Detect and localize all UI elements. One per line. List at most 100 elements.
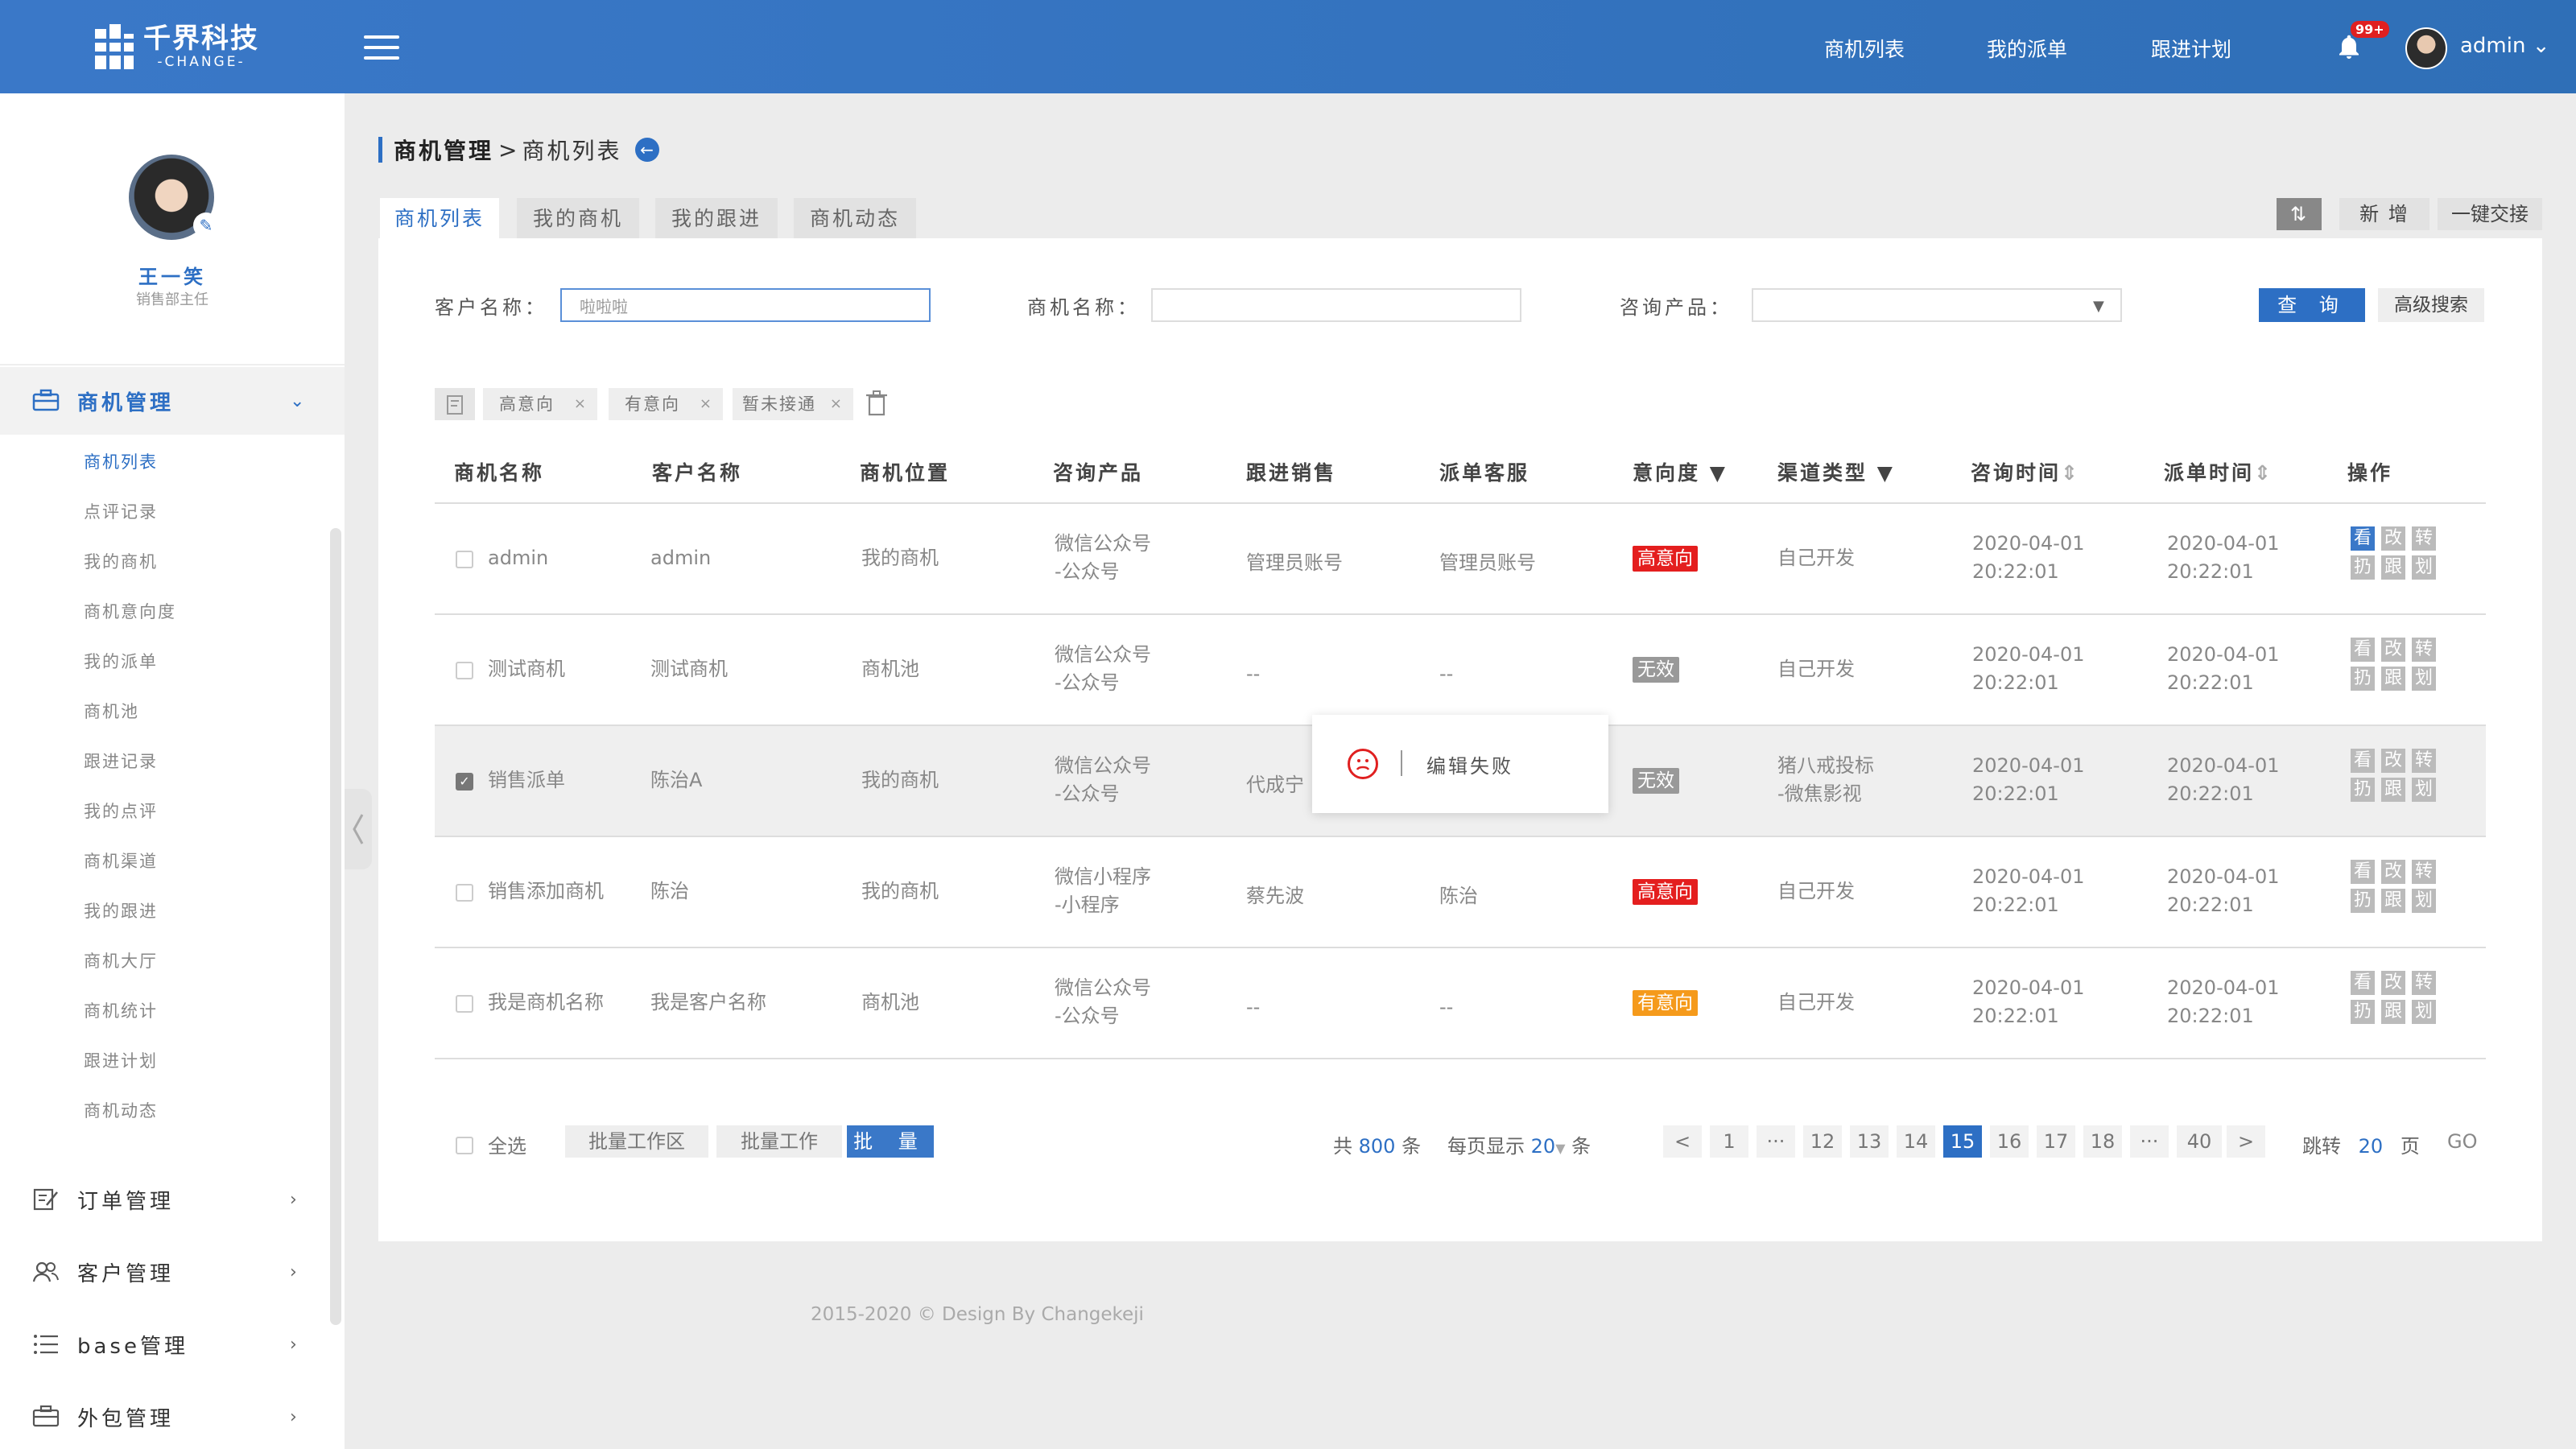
page-button[interactable]: 15 [1943, 1125, 1982, 1158]
filter-chip[interactable]: 高意向 × [483, 388, 597, 420]
close-icon[interactable]: × [700, 388, 713, 420]
view-button[interactable]: 看 [2351, 526, 2375, 551]
edit-button[interactable]: 改 [2381, 638, 2405, 662]
row-checkbox[interactable] [456, 551, 473, 568]
sidebar-collapse-handle[interactable] [345, 789, 372, 869]
table-row[interactable]: 销售添加商机 陈治 我的商机 微信小程序 -小程序 蔡先波 陈治 高意向 自己开发 2020-04… [435, 837, 2486, 948]
th-consult-time[interactable]: 咨询时间⇕ [1971, 457, 2080, 486]
sidebar-group-outsource[interactable]: 外包管理 › [0, 1383, 345, 1449]
product-select[interactable] [1752, 288, 2122, 322]
page-button[interactable]: 1 [1710, 1125, 1748, 1158]
transfer-button[interactable]: 转 [2412, 860, 2436, 884]
filter-chip[interactable]: 有意向 × [609, 388, 723, 420]
sidebar-item-opportunity-list[interactable]: 商机列表 [84, 449, 158, 473]
go-button[interactable]: GO [2447, 1130, 2478, 1153]
user-menu[interactable]: admin ⌄ [2460, 34, 2550, 58]
batch-button[interactable]: 批 量 [847, 1125, 934, 1158]
sidebar-item-statistics[interactable]: 商机统计 [84, 998, 158, 1022]
opportunity-name-input[interactable] [1151, 288, 1521, 322]
sidebar-item-review-records[interactable]: 点评记录 [84, 499, 158, 523]
discard-button[interactable]: 扔 [2351, 778, 2375, 802]
edit-button[interactable]: 改 [2381, 971, 2405, 995]
page-button[interactable]: 40 [2177, 1125, 2222, 1158]
sidebar-scrollbar[interactable] [330, 528, 341, 1325]
discard-button[interactable]: 扔 [2351, 889, 2375, 913]
view-button[interactable]: 看 [2351, 860, 2375, 884]
filter-chip[interactable]: 暂未接通 × [733, 388, 853, 420]
row-checkbox[interactable] [456, 884, 473, 902]
plan-button[interactable]: 划 [2412, 555, 2436, 580]
plan-button[interactable]: 划 [2412, 778, 2436, 802]
close-icon[interactable]: × [830, 388, 844, 420]
page-button[interactable]: 18 [2083, 1125, 2122, 1158]
row-checkbox[interactable] [456, 662, 473, 679]
th-channel[interactable]: 渠道类型 ▼ [1777, 457, 1895, 486]
topnav-follow-plan[interactable]: 跟进计划 [2151, 34, 2231, 63]
discard-button[interactable]: 扔 [2351, 667, 2375, 691]
breadcrumb-parent[interactable]: 商机管理 [394, 134, 493, 166]
logo[interactable]: 千界科技 -CHANGE- [93, 18, 259, 76]
table-row[interactable]: 测试商机 测试商机 商机池 微信公众号 -公众号 -- -- 无效 自己开发 2020-04-01… [435, 615, 2486, 726]
follow-button[interactable]: 跟 [2381, 778, 2405, 802]
plan-button[interactable]: 划 [2412, 1000, 2436, 1024]
follow-button[interactable]: 跟 [2381, 889, 2405, 913]
sidebar-group-orders[interactable]: 订单管理 › [0, 1166, 345, 1233]
edit-button[interactable]: 改 [2381, 526, 2405, 551]
th-service[interactable]: 派单客服 [1439, 457, 1530, 486]
plan-button[interactable]: 划 [2412, 667, 2436, 691]
row-checkbox[interactable] [456, 995, 473, 1013]
sidebar-item-channels[interactable]: 商机渠道 [84, 848, 158, 873]
add-button[interactable]: 新 增 [2339, 198, 2429, 230]
th-intent[interactable]: 意向度 ▼ [1633, 457, 1728, 486]
sidebar-item-my-dispatch[interactable]: 我的派单 [84, 649, 158, 673]
customer-name-input[interactable] [560, 288, 931, 322]
tab-my-follow[interactable]: 我的跟进 [655, 198, 778, 238]
query-button[interactable]: 查 询 [2259, 288, 2365, 322]
sidebar-item-intent[interactable]: 商机意向度 [84, 599, 176, 623]
view-button[interactable]: 看 [2351, 971, 2375, 995]
view-button[interactable]: 看 [2351, 638, 2375, 662]
page-ellipsis[interactable]: ··· [2130, 1125, 2169, 1158]
discard-button[interactable]: 扔 [2351, 555, 2375, 580]
switch-icon[interactable]: ⇅ [2277, 198, 2322, 230]
sidebar-item-pool[interactable]: 商机池 [84, 699, 139, 723]
per-page-select[interactable]: 20▼ [1531, 1135, 1566, 1158]
th-dispatch-time[interactable]: 派单时间⇕ [2164, 457, 2273, 486]
sidebar-group-customers[interactable]: 客户管理 › [0, 1238, 345, 1306]
advanced-search-button[interactable]: 高级搜索 [2378, 288, 2484, 322]
table-row[interactable]: admin admin 我的商机 微信公众号 -公众号 管理员账号 管理员账号 高意向 自己开发… [435, 504, 2486, 615]
topnav-my-dispatch[interactable]: 我的派单 [1987, 34, 2067, 63]
prev-page-button[interactable]: < [1663, 1125, 1702, 1158]
handover-button[interactable]: 一键交接 [2438, 198, 2542, 230]
sidebar-item-my-reviews[interactable]: 我的点评 [84, 799, 158, 823]
trash-icon[interactable] [865, 390, 889, 417]
view-button[interactable]: 看 [2351, 749, 2375, 773]
batch-work-button[interactable]: 批量工作 [716, 1125, 842, 1158]
edit-button[interactable]: 改 [2381, 749, 2405, 773]
transfer-button[interactable]: 转 [2412, 971, 2436, 995]
page-button[interactable]: 13 [1850, 1125, 1889, 1158]
select-all-checkbox[interactable] [456, 1137, 473, 1154]
batch-workspace-button[interactable]: 批量工作区 [565, 1125, 708, 1158]
th-product[interactable]: 咨询产品 [1053, 457, 1143, 486]
transfer-button[interactable]: 转 [2412, 749, 2436, 773]
th-name[interactable]: 商机名称 [454, 457, 544, 486]
th-sales[interactable]: 跟进销售 [1246, 457, 1336, 486]
close-icon[interactable]: × [574, 388, 588, 420]
sidebar-item-my-opportunities[interactable]: 我的商机 [84, 549, 158, 573]
th-location[interactable]: 商机位置 [860, 457, 950, 486]
back-icon[interactable]: ← [634, 138, 659, 162]
sidebar-item-follow-plan[interactable]: 跟进计划 [84, 1048, 158, 1072]
avatar[interactable] [2405, 27, 2447, 69]
next-page-button[interactable]: > [2227, 1125, 2265, 1158]
follow-button[interactable]: 跟 [2381, 555, 2405, 580]
row-checkbox[interactable]: ✓ [456, 773, 473, 791]
tab-my-opportunities[interactable]: 我的商机 [517, 198, 639, 238]
select-all-label[interactable]: 全选 [488, 1130, 526, 1158]
transfer-button[interactable]: 转 [2412, 638, 2436, 662]
edit-button[interactable]: 改 [2381, 860, 2405, 884]
page-button[interactable]: 17 [2037, 1125, 2075, 1158]
pencil-icon[interactable]: ✎ [193, 213, 219, 238]
sidebar-item-my-follow[interactable]: 我的跟进 [84, 898, 158, 923]
page-button[interactable]: 12 [1803, 1125, 1842, 1158]
